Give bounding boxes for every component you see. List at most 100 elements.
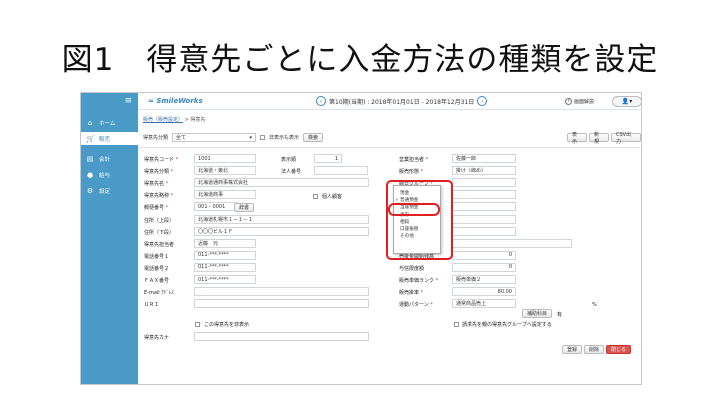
help-link[interactable]: ? 画面解説 [565,98,594,105]
user-menu-button[interactable]: 👤▾ [612,96,642,107]
sub-account-button[interactable]: 補助科目 [522,309,553,318]
sub-account-suffix: 有 [557,312,563,318]
next-period-button[interactable]: › [477,96,488,106]
show-hidden-checkbox[interactable] [260,135,266,140]
field-label: 得意先名 * [144,181,169,188]
money-icon: ● [86,170,94,179]
delete-button[interactable]: 削除 [584,345,605,354]
field-input[interactable]: 0 [452,262,516,272]
close-button[interactable]: 閉じる [606,345,632,354]
sidebar-item-label: 販売 [99,136,111,143]
help-icon: ? [565,98,572,105]
field-input[interactable] [452,238,572,248]
display-order-input[interactable]: 1 [314,154,342,163]
field-label: 住所（下段） [144,229,175,236]
field-input[interactable]: 80.00 [452,287,516,297]
sidebar-item-accounting[interactable]: ▤ 会計 [81,152,138,165]
field-label: 得意先分類 * [144,169,174,176]
field-input[interactable] [194,299,369,309]
field-input[interactable]: 通常商品売上 [452,299,516,309]
sidebar-item-home[interactable]: ⌂ ホーム [81,116,138,129]
top-bar: ≈ SmileWorks ‹ 第10期(当期) : 2018年01月01日 - … [138,93,642,110]
register-button[interactable]: 登録 [562,345,583,354]
highlight-box [386,180,453,260]
period-selector: ‹ 第10期(当期) : 2018年01月01日 - 2018年12月31日 › [316,96,488,106]
field-input[interactable]: 近藤 元 [194,238,256,248]
field-input[interactable]: 011-***-**** [194,250,256,260]
ledger-icon: ▤ [86,154,94,163]
field-input[interactable]: 〇〇〇ビル１Ｆ [194,226,369,236]
percent-label: % [592,302,597,308]
breadcrumb-link[interactable]: 販売（販売設定） [143,117,183,123]
field-input[interactable] [194,287,369,297]
hide-customer-label: この得意先を非表示 [204,322,250,328]
personal-customer-checkbox[interactable] [313,194,318,199]
view-button[interactable]: 表示 [567,132,587,145]
field-input[interactable] [452,202,516,212]
field-input[interactable] [452,226,516,236]
field-input[interactable] [452,178,516,188]
help-label: 画面解説 [574,99,595,105]
field-input[interactable]: 掛け（締め） [452,166,516,176]
billing-group-checkbox[interactable] [454,322,459,327]
field-input[interactable]: 北海道通商事株式会社 [194,178,369,188]
chevron-down-icon: ▾ [249,134,253,141]
field-input[interactable] [452,190,516,200]
sidebar-item-payroll[interactable]: ● 給与 [81,168,138,181]
sidebar-item-sales[interactable]: 🛒 販売 [81,132,138,145]
csv-export-button[interactable]: CSV出力 [610,132,641,145]
field-label: 得意先略称 * [144,193,174,200]
class-filter-value: 全て [176,135,187,141]
display-order-label: 表示順 [281,157,297,163]
field-label: 得意先コード * [144,157,179,163]
period-label: 第10期(当期) : 2018年01月01日 - 2018年12月31日 [329,98,475,106]
app-logo[interactable]: ≈ SmileWorks [148,97,203,105]
new-button[interactable]: 新規 [588,132,609,145]
highlight-oval [388,203,440,216]
cart-icon: 🛒 [86,134,95,143]
field-label: ＦＡＸ番号 [144,278,170,284]
prev-period-button[interactable]: ‹ [316,96,326,106]
field-input[interactable]: 佐藤一郎 [452,154,516,163]
field-label: 営業担当者 * [399,157,429,163]
field-label: 住所（上段） [144,217,175,224]
menu-icon[interactable]: ≡ [124,97,132,106]
hide-customer-checkbox[interactable] [195,322,200,327]
sidebar-item-label: 会計 [99,156,111,163]
field-input[interactable]: 北海道商事 [194,190,256,200]
field-label: 運動パターン * [399,302,433,309]
field-input[interactable]: 販売単価２ [452,275,516,284]
sidebar-item-label: ホーム [99,120,116,127]
breadcrumb: 販売（販売設定） > 得意先 [143,116,205,123]
field-input[interactable]: 001 - 0001 [194,202,238,212]
home-icon: ⌂ [87,118,93,127]
field-input[interactable]: 1001 [194,154,256,163]
field-label: 販売掛率 * [399,290,424,297]
field-label: 得意先カナ [144,335,170,341]
field-input[interactable]: 北海道札幌市１－１－１ [194,214,369,224]
zip-lookup-button[interactable]: 辞書 [234,203,255,212]
show-hidden-label: 非表示も表示 [269,135,300,141]
toolbar-buttons: 表示 新規 CSV出力 [567,132,641,145]
sidebar-item-settings[interactable]: ⚙ 設定 [81,184,138,197]
field-input[interactable]: 0 [452,250,516,260]
search-button[interactable]: 検索 [303,133,324,142]
sidebar: ≡ ⌂ ホーム 🛒 販売 ▤ 会計 ● 給与 ⚙ 設定 [81,93,138,384]
class-filter-select[interactable]: 全て ▾ [172,133,257,142]
field-label: 電話番号２ [144,265,170,272]
field-label: 郵便番号 * [144,205,169,212]
field-label: 電話番号１ [144,253,170,260]
billing-group-label: 請求先を親の得意先グループへ設定する [462,322,552,328]
corporate-number-label: 法人番号 [281,169,302,175]
field-label: 販売形態 * [399,169,424,176]
corporate-number-input[interactable] [314,166,368,175]
field-input[interactable] [452,214,516,224]
personal-customer-label: 個人顧客 [322,194,343,200]
sidebar-item-label: 給与 [99,172,111,179]
field-input[interactable]: 011-***-**** [194,275,256,284]
field-input[interactable]: 011-***-**** [194,262,256,272]
bottom-buttons: 登録 削除 閉じる [562,345,632,354]
gear-icon: ⚙ [86,186,94,195]
field-input[interactable]: 北海道・東北 [194,166,256,176]
field-input[interactable] [194,332,369,341]
